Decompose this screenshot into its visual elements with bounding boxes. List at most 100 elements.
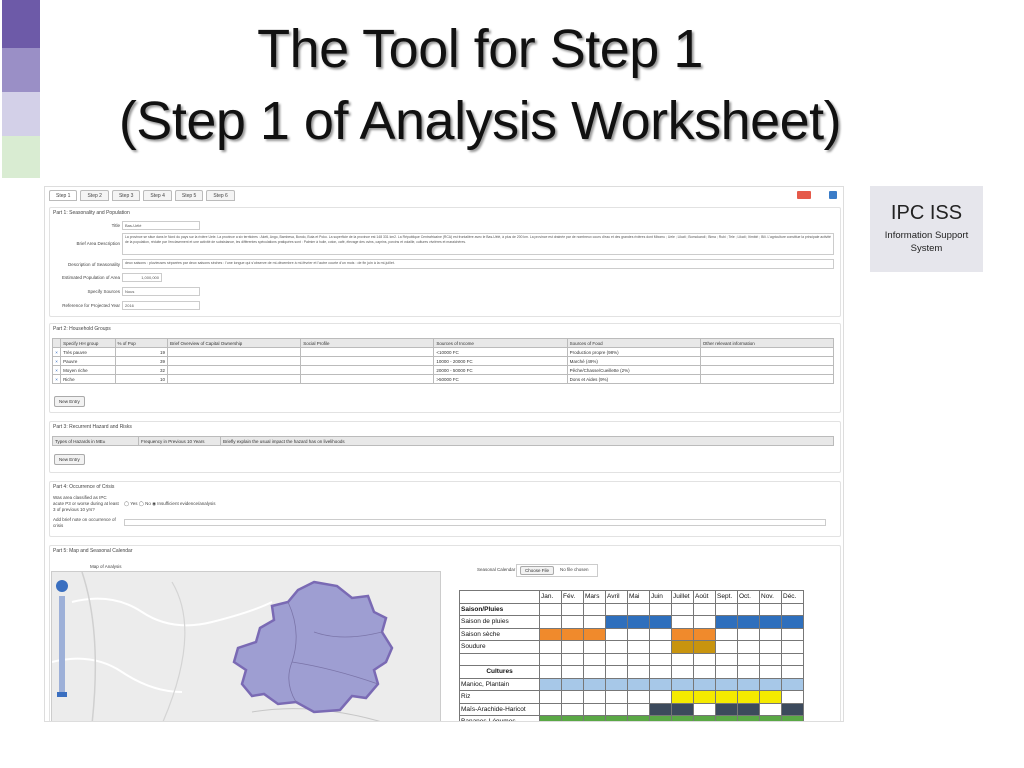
calendar-cell xyxy=(583,627,606,641)
calendar-cell xyxy=(539,690,562,704)
calendar-cell xyxy=(671,702,694,716)
other-cell xyxy=(699,347,835,357)
calendar-cell xyxy=(583,665,606,679)
sources-input[interactable]: Nous xyxy=(122,287,200,296)
row-delete-icon[interactable]: × xyxy=(51,347,62,357)
calendar-cell xyxy=(605,652,628,666)
title-input[interactable]: Bas-Uélé xyxy=(122,221,200,230)
calendar-row: Soudure xyxy=(459,640,804,654)
calendar-cell xyxy=(737,677,760,691)
calendar-cell xyxy=(605,640,628,654)
capital-cell xyxy=(167,347,302,357)
month-header: Nov. xyxy=(759,590,782,604)
calendar-cell xyxy=(693,702,716,716)
calendar-cell xyxy=(627,715,650,721)
calendar-cell xyxy=(627,652,650,666)
food-cell: Marché (49%) xyxy=(566,356,701,366)
calendar-header-row: Jan. Fév. Mars Avril Mai Juin Juillet Août Sept.… xyxy=(459,590,804,604)
household-row[interactable]: × Moyen riche 32 20000 - 50000 FC Pêche/Chas… xyxy=(51,365,835,375)
tab-step-5[interactable]: Step 5 xyxy=(174,190,204,201)
calendar-cell xyxy=(759,690,782,704)
social-cell xyxy=(300,347,435,357)
household-row[interactable]: × Riche 10 >50000 FC Dons et Aides (9%) xyxy=(51,374,835,384)
calendar-cell xyxy=(561,665,584,679)
map-pan-control[interactable] xyxy=(56,580,68,592)
part4-panel: Part 4: Occurrence of Crisis Was area cl… xyxy=(49,481,841,537)
calendar-cell xyxy=(693,652,716,666)
calendar-cell xyxy=(781,665,804,679)
calendar-row-label: Saison de pluies xyxy=(459,615,540,629)
calendar-cell xyxy=(781,715,804,721)
tab-step-2[interactable]: Step 2 xyxy=(80,190,109,201)
calendar-cell xyxy=(605,602,628,616)
hazard-header-row: Types of Hazards in ΜΕ± Frequency in Pre… xyxy=(52,436,834,446)
month-header: Fév. xyxy=(561,590,584,604)
blue-save-icon[interactable] xyxy=(829,191,837,199)
calendar-cell xyxy=(715,715,738,721)
step-tabs: Step 1 Step 2 Step 3 Step 4 Step 5 Step … xyxy=(49,190,235,202)
calendar-cell xyxy=(759,627,782,641)
calendar-cell xyxy=(693,640,716,654)
map-zoom-slider[interactable] xyxy=(59,596,65,696)
household-table: Specify HH group % of Pop Brief Overview… xyxy=(51,338,835,384)
tab-step-6[interactable]: Step 6 xyxy=(206,190,235,201)
brief-textarea[interactable]: La province se situe dans le Nord du pay… xyxy=(122,233,834,255)
calendar-cell xyxy=(737,627,760,641)
col-pct: % of Pop xyxy=(114,338,169,348)
season-textarea[interactable]: deux saisons : pluvieuses séparées par d… xyxy=(122,259,834,269)
capital-cell xyxy=(167,356,302,366)
calendar-cell xyxy=(693,615,716,629)
crisis-radio-options[interactable]: ◯ Yes ◯ No ◉ Insufficient evidence/analy… xyxy=(124,501,215,507)
analysis-map[interactable] xyxy=(51,571,441,721)
calendar-cell xyxy=(539,652,562,666)
part1-panel: Part 1: Seasonality and Population Title… xyxy=(49,207,841,317)
red-action-button[interactable] xyxy=(797,191,811,199)
calendar-cell xyxy=(539,715,562,721)
q1-line1: Was area classified as IPC xyxy=(53,495,107,500)
tab-step-4[interactable]: Step 4 xyxy=(143,190,172,201)
ipc-subtitle-line1: Information Support xyxy=(884,230,969,241)
calendar-cell xyxy=(737,640,760,654)
month-header: Mai xyxy=(627,590,650,604)
hh-group-cell: Moyen riche xyxy=(60,365,116,375)
calendar-cell xyxy=(583,652,606,666)
calendar-cell xyxy=(627,615,650,629)
household-row[interactable]: × Très pauvre 19 <10000 FC Production propre… xyxy=(51,347,835,357)
tab-step-1[interactable]: Step 1 xyxy=(49,190,78,201)
calendar-cell xyxy=(781,702,804,716)
calendar-cell xyxy=(539,640,562,654)
calendar-cell xyxy=(583,602,606,616)
brief-label: Brief Area Description xyxy=(76,241,120,246)
income-cell: 20000 - 50000 FC xyxy=(433,365,568,375)
calendar-cell xyxy=(539,627,562,641)
pop-input[interactable]: 1,000,000 xyxy=(122,273,162,282)
month-header: Sept. xyxy=(715,590,738,604)
social-cell xyxy=(300,356,435,366)
row-delete-icon[interactable]: × xyxy=(51,365,62,375)
crisis-note-input[interactable] xyxy=(124,519,826,526)
new-entry-button-part3[interactable]: New Entry xyxy=(54,454,85,465)
calendar-cell xyxy=(649,615,672,629)
title-label: Title xyxy=(111,223,120,228)
tab-step-3[interactable]: Step 3 xyxy=(111,190,141,201)
part4-label: Part 4: Occurrence of Crisis xyxy=(53,484,115,490)
calendar-cell xyxy=(583,690,606,704)
col-capital: Brief Overview of Capital Ownership xyxy=(167,338,302,348)
calendar-cell xyxy=(737,652,760,666)
new-entry-button-part2[interactable]: New Entry xyxy=(54,396,85,407)
row-delete-icon[interactable]: × xyxy=(51,374,62,384)
calendar-cell xyxy=(627,640,650,654)
calendar-cell xyxy=(627,602,650,616)
map-zoom-handle[interactable] xyxy=(57,692,67,697)
part2-panel: Part 2: Household Groups Specify HH grou… xyxy=(49,323,841,413)
hh-group-cell: Riche xyxy=(60,374,116,384)
household-row[interactable]: × Pauvre 39 10000 - 20000 FC Marché (49%) xyxy=(51,356,835,366)
row-delete-icon[interactable]: × xyxy=(51,356,62,366)
col-social: Social Profile xyxy=(300,338,435,348)
calendar-cell xyxy=(539,602,562,616)
calendar-cell xyxy=(715,602,738,616)
month-header: Mars xyxy=(583,590,606,604)
calendar-cell xyxy=(605,715,628,721)
ref-input[interactable]: 2016 xyxy=(122,301,200,310)
pct-cell: 19 xyxy=(114,347,169,357)
